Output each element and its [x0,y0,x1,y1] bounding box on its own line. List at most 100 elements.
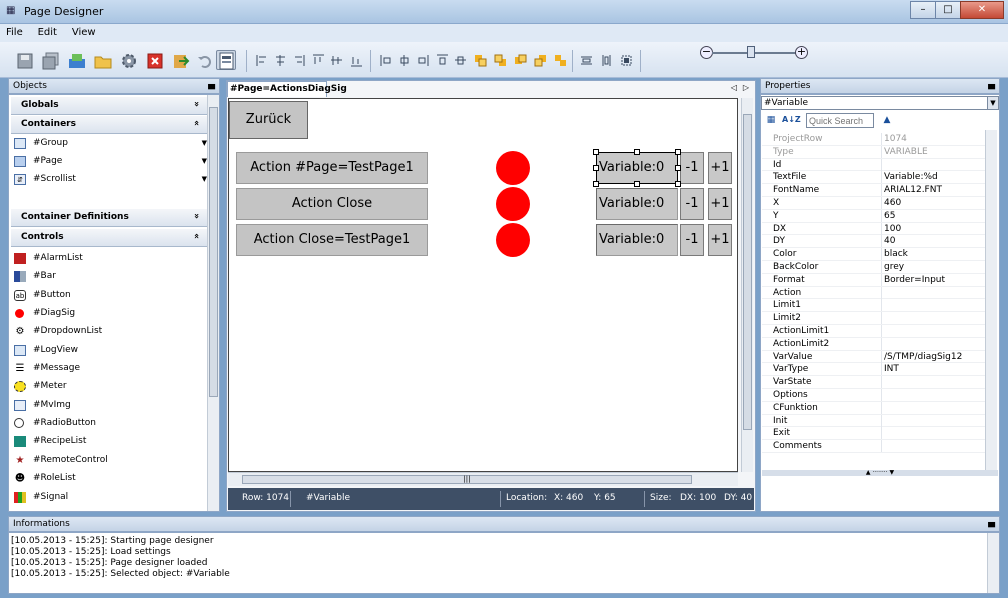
same-size-icon[interactable] [620,54,633,67]
tab-next-icon[interactable]: ▷ [743,83,749,92]
resize-handle[interactable] [675,149,681,155]
list-item-group[interactable]: #Group ▼ [13,135,207,152]
save-all-icon[interactable] [40,50,60,70]
pin-icon[interactable]: ▄ [988,80,995,90]
property-row[interactable]: Init [762,414,996,428]
list-item-bar[interactable]: #Bar [13,268,207,285]
property-value[interactable]: 65 [884,211,895,221]
distribute-center-icon[interactable] [398,54,411,67]
same-width-icon[interactable] [580,54,593,67]
back-button[interactable]: Zurück [229,101,308,139]
close-button[interactable]: ✕ [960,1,1004,19]
property-value[interactable]: INT [884,364,899,374]
list-item-dropdownlist[interactable]: ⚙ #DropdownList [13,323,207,340]
increment-button-3[interactable]: +1 [708,224,732,256]
import-icon[interactable] [170,50,190,70]
list-item-signal[interactable]: #Signal [13,489,207,506]
property-value[interactable]: black [884,249,908,259]
menu-view[interactable]: View [66,24,102,38]
export-icon[interactable] [66,50,86,70]
maximize-button[interactable]: □ [935,1,961,19]
resize-handle[interactable] [675,165,681,171]
property-value[interactable]: Border=Input [884,275,945,285]
increment-button-1[interactable]: +1 [708,152,732,184]
property-row[interactable]: Limit1 [762,299,996,313]
group-globals[interactable]: Globals» [11,97,207,115]
decrement-button-1[interactable]: -1 [680,152,704,184]
save-icon[interactable] [14,50,34,70]
objects-scrollbar-thumb[interactable] [209,107,218,397]
list-item-remotecontrol[interactable]: ★ #RemoteControl [13,452,207,469]
canvas-horizontal-scrollbar[interactable]: ||| [228,472,738,486]
list-item-mvimg[interactable]: #MvImg [13,397,207,414]
property-value[interactable]: 40 [884,236,895,246]
property-row[interactable]: VarValue/S/TMP/diagSig12 [762,350,996,364]
property-row[interactable]: Id [762,158,996,172]
variable-field-2[interactable]: Variable:0 [596,188,678,220]
info-scrollbar[interactable] [987,533,999,593]
distribute-left-icon[interactable] [380,54,393,67]
tab-prev-icon[interactable]: ◁ [731,83,737,92]
align-bottom-icon[interactable] [350,54,363,67]
tab-page-actionsdiagsig[interactable]: #Page=ActionsDiagSig [227,81,347,97]
resize-handle[interactable] [593,181,599,187]
zoom-slider-track[interactable] [712,52,800,54]
property-row[interactable]: TextFile Variable:%d [762,171,996,185]
resize-handle[interactable] [593,149,599,155]
action-button-3[interactable]: Action Close=TestPage1 [236,224,428,256]
action-button-1[interactable]: Action #Page=TestPage1 [236,152,428,184]
property-value[interactable]: VARIABLE [884,147,928,157]
property-row[interactable]: Limit2 [762,312,996,325]
bring-forward-icon[interactable] [514,54,527,67]
property-row[interactable]: Action [762,286,996,300]
properties-pages-icon[interactable]: ▲ [880,113,894,127]
property-value[interactable]: ARIAL12.FNT [884,185,942,195]
send-backward-icon[interactable] [534,54,547,67]
group-controls[interactable]: Controls « [11,229,207,247]
bring-front-icon[interactable] [474,54,487,67]
property-row[interactable]: ProjectRow 1074 [762,133,996,146]
property-value[interactable]: 100 [884,224,901,234]
property-row[interactable]: ActionLimit2 [762,337,996,351]
property-row[interactable]: Format Border=Input [762,273,996,287]
canvas-vertical-scrollbar[interactable] [741,98,753,472]
page-preview-icon[interactable] [216,50,236,70]
zoom-in-button[interactable]: + [795,46,808,59]
align-center-icon[interactable] [274,54,287,67]
open-folder-icon[interactable] [92,50,112,70]
dropdown-arrow-icon[interactable]: ▼ [987,97,998,109]
group-icon[interactable] [554,54,567,67]
list-item-page[interactable]: #Page ▼ [13,153,207,170]
canvas-horizontal-scrollbar-thumb[interactable]: ||| [242,475,692,484]
minimize-button[interactable]: – [910,1,936,19]
list-item-recipelist[interactable]: #RecipeList [13,433,207,450]
list-item-diagsig[interactable]: #DiagSig [13,305,207,322]
decrement-button-3[interactable]: -1 [680,224,704,256]
distribute-middle-icon[interactable] [454,54,467,67]
property-row[interactable]: X 460 [762,197,996,210]
property-value[interactable]: 460 [884,198,901,208]
categorized-view-icon[interactable]: ▦ [764,113,778,127]
properties-splitter[interactable]: ▲ ········ ▼ [762,470,998,476]
pin-icon[interactable]: ▄ [208,80,215,90]
page-canvas[interactable]: Zurück Action #Page=TestPage1 Variable:0… [228,98,738,472]
property-row[interactable]: Color black [762,248,996,261]
send-back-icon[interactable] [494,54,507,67]
group-container-definitions[interactable]: Container Definitions» [11,209,207,227]
property-value[interactable]: grey [884,262,904,272]
property-row[interactable]: FontName ARIAL12.FNT [762,184,996,197]
list-item-message[interactable]: ☰ #Message [13,360,207,377]
canvas-vertical-scrollbar-thumb[interactable] [743,114,752,430]
resize-handle[interactable] [634,149,640,155]
properties-scrollbar[interactable] [985,130,997,470]
property-row[interactable]: Comments [762,440,996,453]
zoom-slider-thumb[interactable] [747,46,755,58]
property-row[interactable]: VarState [762,376,996,389]
group-containers[interactable]: Containers « [11,116,207,134]
list-item-button[interactable]: ab #Button [13,287,207,304]
property-row[interactable]: CFunktion [762,401,996,415]
align-right-icon[interactable] [292,54,305,67]
property-row[interactable]: Y 65 [762,209,996,223]
action-button-2[interactable]: Action Close [236,188,428,220]
property-row[interactable]: Exit [762,427,996,441]
